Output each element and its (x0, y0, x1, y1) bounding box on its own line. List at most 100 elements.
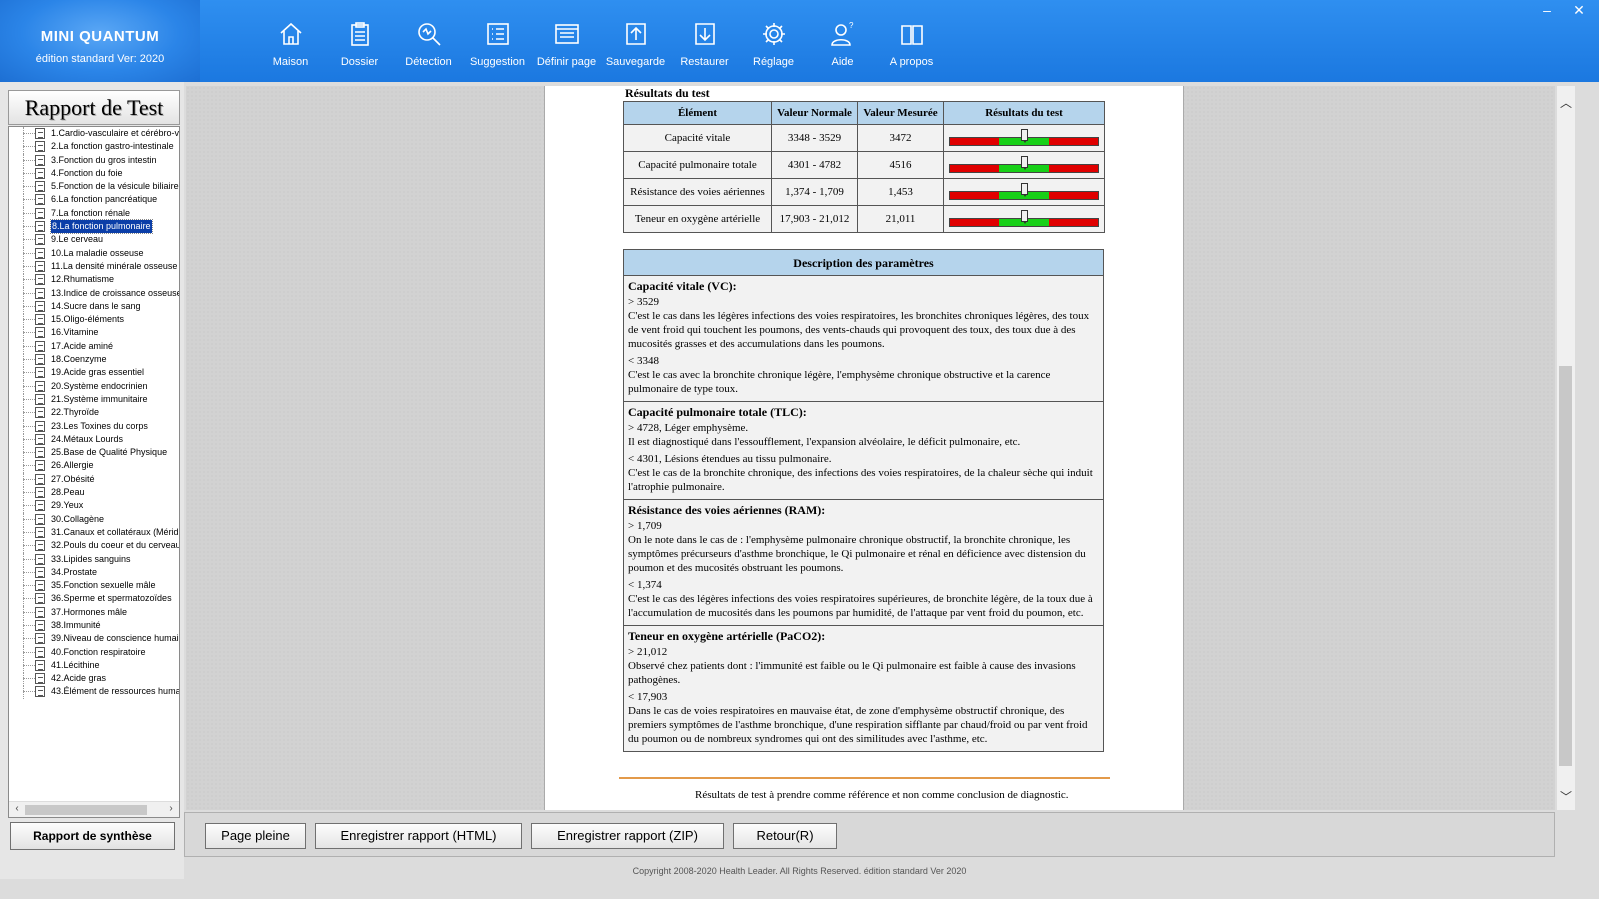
toolbar-home-button[interactable]: Maison (256, 0, 325, 82)
scrollbar-thumb[interactable] (1559, 366, 1572, 766)
copyright-text: Copyright 2008-2020 Health Leader. All R… (632, 866, 967, 876)
tree-item[interactable]: 39.Niveau de conscience humaine (13, 632, 179, 647)
document-icon (35, 167, 45, 179)
tree-line (23, 313, 24, 328)
toolbar-about-button[interactable]: A propos (877, 0, 946, 82)
tree-item[interactable]: 23.Les Toxines du corps (13, 419, 179, 434)
document-icon (35, 540, 45, 552)
minimize-button[interactable]: – (1538, 2, 1556, 18)
toolbar-label: Maison (272, 56, 309, 68)
save-html-button[interactable]: Enregistrer rapport (HTML) (315, 823, 522, 849)
scroll-up-icon[interactable]: ︿ (1557, 94, 1575, 111)
tree-line (23, 233, 24, 248)
section-title: Teneur en oxygène artérielle (PaCO2): (628, 629, 826, 643)
tree-item[interactable]: 13.Indice de croissance osseuse (13, 286, 179, 301)
tree-item[interactable]: 38.Immunité (13, 618, 179, 633)
tree-item[interactable]: 37.Hormones mâle (13, 605, 179, 620)
tree-item[interactable]: 26.Allergie (13, 459, 179, 474)
main-toolbar: Maison Dossier Détection Suggestion Défi… (256, 0, 946, 82)
tree-item[interactable]: 41.Lécithine (13, 658, 179, 673)
toolbar-settings-button[interactable]: Réglage (739, 0, 808, 82)
vertical-scrollbar[interactable]: ︿ ﹀ (1557, 86, 1575, 810)
tree-item[interactable]: 28.Peau (13, 486, 179, 501)
tree-item[interactable]: 33.Lipides sanguins (13, 552, 179, 567)
tree-line (23, 146, 35, 148)
save-zip-button[interactable]: Enregistrer rapport (ZIP) (531, 823, 724, 849)
scroll-down-icon[interactable]: ﹀ (1557, 788, 1575, 805)
tree-item-label: 1.Cardio-vasculaire et cérébro-vas (51, 128, 179, 138)
toolbar-restore-button[interactable]: Restaurer (670, 0, 739, 82)
toolbar-detection-button[interactable]: Détection (394, 0, 463, 82)
tree-item[interactable]: 14.Sucre dans le sang (13, 299, 179, 314)
tree-item[interactable]: 30.Collagène (13, 512, 179, 527)
tree-item[interactable]: 12.Rhumatisme (13, 273, 179, 288)
list-icon (486, 23, 509, 45)
tree-list: 1.Cardio-vasculaire et cérébro-vas 2.La f… (13, 127, 179, 817)
element-cell: Résistance des voies aériennes (623, 178, 772, 206)
result-gauge (949, 182, 1099, 200)
summary-report-button[interactable]: Rapport de synthèse (10, 822, 175, 850)
tree-item[interactable]: 9.Le cerveau (13, 233, 179, 248)
tree-item[interactable]: 21.Système immunitaire (13, 392, 179, 407)
document-icon (35, 526, 45, 538)
tree-item[interactable]: 1.Cardio-vasculaire et cérébro-vas (13, 127, 179, 141)
tree-item[interactable]: 15.Oligo-éléments (13, 313, 179, 328)
toolbar-define-page-button[interactable]: Définir page (532, 0, 601, 82)
tree-item-label: 9.Le cerveau (51, 234, 104, 245)
tree-item[interactable]: 4.Fonction du foie (13, 166, 179, 181)
tree-line (23, 385, 35, 387)
back-button[interactable]: Retour(R) (733, 823, 837, 849)
full-page-button[interactable]: Page pleine (205, 823, 306, 849)
tree-item[interactable]: 22.Thyroïde (13, 406, 179, 421)
tree-item[interactable]: 42.Acide gras (13, 672, 179, 687)
scroll-left-icon[interactable]: ‹ (10, 803, 24, 814)
toolbar-backup-button[interactable]: Sauvegarde (601, 0, 670, 82)
tree-item[interactable]: 31.Canaux et collatéraux (Méridien (13, 525, 179, 540)
element-cell: Capacité pulmonaire totale (623, 151, 772, 179)
tree-item[interactable]: 25.Base de Qualité Physique (13, 446, 179, 461)
tree-item[interactable]: 2.La fonction gastro-intestinale (13, 140, 179, 155)
toolbar-help-button[interactable]: ? Aide (808, 0, 877, 82)
close-button[interactable]: ✕ (1570, 2, 1588, 18)
tree-item[interactable]: 32.Pouls du coeur et du cerveau (13, 539, 179, 554)
tree-item[interactable]: 27.Obésité (13, 472, 179, 487)
tree-item[interactable]: 11.La densité minérale osseuse (13, 259, 179, 274)
tree-item[interactable]: 35.Fonction sexuelle mâle (13, 579, 179, 594)
tree-line (23, 658, 24, 673)
tree-item[interactable]: 18.Coenzyme (13, 353, 179, 368)
tree-item[interactable]: 24.Métaux Lourds (13, 432, 179, 447)
horizontal-scrollbar[interactable]: ‹ › (9, 801, 179, 817)
tree-item[interactable]: 43.Élément de ressources humaine (13, 685, 179, 700)
tree-item[interactable]: 36.Sperme et spermatozoïdes (13, 592, 179, 607)
scroll-right-icon[interactable]: › (164, 803, 178, 814)
report-viewer: Résultats du test Élément Valeur Normale… (186, 86, 1555, 810)
tree-item[interactable]: 10.La maladie osseuse (13, 246, 179, 261)
toolbar-dossier-button[interactable]: Dossier (325, 0, 394, 82)
tree-item[interactable]: 19.Acide gras essentiel (13, 366, 179, 381)
tree-item[interactable]: 34.Prostate (13, 565, 179, 580)
tree-item[interactable]: 6.La fonction pancréatique (13, 193, 179, 208)
tree-item[interactable]: 20.Système endocrinien (13, 379, 179, 394)
tree-line (23, 531, 35, 533)
toolbar-suggestion-button[interactable]: Suggestion (463, 0, 532, 82)
tree-item[interactable]: 17.Acide aminé (13, 339, 179, 354)
tree-item[interactable]: 40.Fonction respiratoire (13, 645, 179, 660)
tree-line (23, 166, 24, 181)
tree-item[interactable]: 16.Vitamine (13, 326, 179, 341)
document-icon (35, 673, 45, 685)
action-bar: Page pleine Enregistrer rapport (HTML) E… (184, 812, 1555, 857)
tree-line (23, 199, 35, 201)
tree-item-label: 10.La maladie osseuse (51, 247, 144, 258)
magnifier-icon (417, 23, 441, 46)
tree-item[interactable]: 3.Fonction du gros intestin (13, 153, 179, 168)
document-icon (35, 619, 45, 631)
tree-item[interactable]: 29.Yeux (13, 499, 179, 514)
scrollbar-thumb[interactable] (25, 805, 147, 815)
tree-line (23, 678, 35, 680)
tree-item[interactable]: 5.Fonction de la vésicule biliaire (13, 180, 179, 195)
tree-item[interactable]: 7.La fonction rénale (13, 206, 179, 221)
tree-item[interactable]: 8.La fonction pulmonaire (13, 219, 179, 235)
report-tree[interactable]: 1.Cardio-vasculaire et cérébro-vas 2.La f… (8, 126, 180, 818)
high-threshold: > 21,012 (628, 646, 668, 658)
brand-logo: MINI QUANTUM édition standard Ver: 2020 (0, 0, 200, 82)
